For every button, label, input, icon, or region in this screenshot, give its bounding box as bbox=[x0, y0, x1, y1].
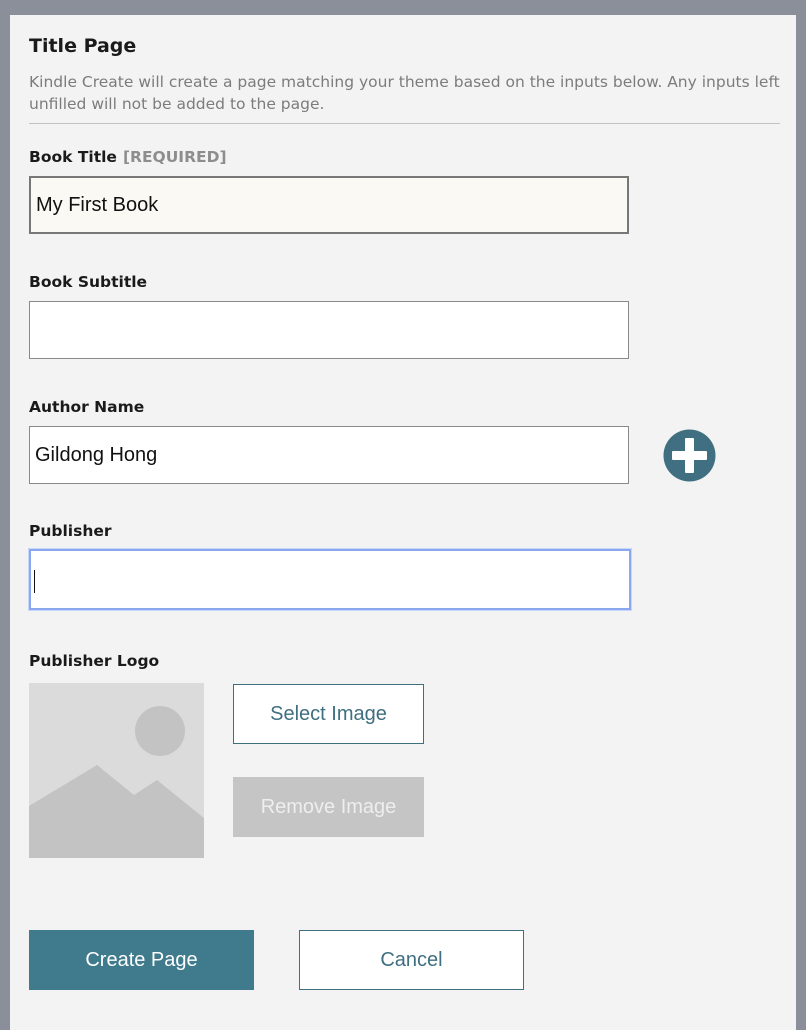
book-subtitle-input[interactable] bbox=[29, 301, 629, 359]
dialog-title: Title Page bbox=[29, 35, 137, 57]
plus-circle-icon bbox=[663, 429, 716, 482]
text-caret bbox=[34, 570, 35, 593]
publisher-logo-label: Publisher Logo bbox=[29, 652, 160, 670]
book-subtitle-label: Book Subtitle bbox=[29, 273, 148, 291]
cancel-button[interactable]: Cancel bbox=[299, 930, 524, 990]
title-page-dialog: Title Page Kindle Create will create a p… bbox=[10, 15, 796, 1030]
publisher-label: Publisher bbox=[29, 522, 112, 540]
required-tag: [REQUIRED] bbox=[122, 148, 227, 166]
publisher-logo-preview bbox=[29, 683, 204, 858]
remove-image-button[interactable]: Remove Image bbox=[233, 777, 424, 837]
create-page-button[interactable]: Create Page bbox=[29, 930, 254, 990]
author-name-input[interactable] bbox=[29, 426, 629, 484]
book-title-input[interactable] bbox=[29, 176, 629, 234]
book-title-label-text: Book Title bbox=[29, 148, 117, 166]
add-author-button[interactable] bbox=[663, 429, 716, 482]
select-image-button[interactable]: Select Image bbox=[233, 684, 424, 744]
dialog-description: Kindle Create will create a page matchin… bbox=[29, 73, 780, 113]
publisher-input[interactable] bbox=[29, 549, 631, 610]
image-placeholder-icon bbox=[29, 683, 204, 858]
author-name-label: Author Name bbox=[29, 398, 145, 416]
header-divider bbox=[29, 123, 780, 124]
book-title-label: Book Title [REQUIRED] bbox=[29, 148, 227, 166]
